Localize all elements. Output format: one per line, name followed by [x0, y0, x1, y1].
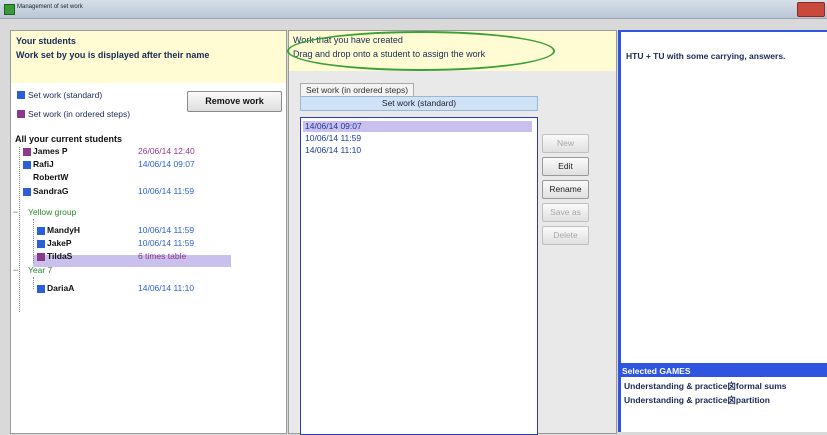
student-name: RobertW: [33, 172, 69, 182]
students-list-title: All your current students: [15, 134, 123, 144]
student-work: 14/06/14 09:07: [138, 159, 195, 169]
game-item[interactable]: Understanding & practice囟partition: [624, 394, 770, 406]
student-name: James P: [33, 146, 68, 156]
standard-square-icon: [23, 188, 31, 196]
standard-square-icon: [23, 161, 31, 169]
collapse-group-toggle[interactable]: −: [13, 207, 18, 217]
work-panel: Work that you have created Drag and drop…: [287, 30, 617, 435]
tab-standard[interactable]: Set work (standard): [300, 96, 538, 111]
new-button[interactable]: New: [542, 134, 589, 153]
delete-button[interactable]: Delete: [542, 226, 589, 245]
selected-games-list: Understanding & practice囟formal sums Und…: [621, 377, 827, 432]
collapse-group-toggle[interactable]: −: [13, 265, 18, 275]
student-work: 14/06/14 11:10: [138, 283, 195, 293]
legend-ordered: Set work (in ordered steps): [17, 109, 130, 119]
legend-standard-label: Set work (standard): [28, 90, 103, 100]
work-description-area: HTU + TU with some carrying, answers.: [621, 32, 827, 363]
student-row[interactable]: RobertW: [23, 172, 233, 184]
edit-button[interactable]: Edit: [542, 157, 589, 176]
student-work: 10/06/14 11:59: [138, 225, 195, 235]
student-row[interactable]: SandraG 10/06/14 11:59: [23, 186, 233, 198]
ordered-square-icon: [23, 148, 31, 156]
standard-square-icon: [37, 227, 45, 235]
work-header: Work that you have created Drag and drop…: [287, 31, 616, 71]
student-name: SandraG: [33, 186, 69, 196]
list-item[interactable]: 14/06/14 09:07: [303, 121, 532, 132]
student-name: DariaA: [47, 283, 75, 293]
students-header: Your students Work set by you is display…: [11, 31, 286, 83]
student-row[interactable]: TildaS 6 times table: [37, 251, 233, 263]
selected-games-label: Selected GAMES: [622, 366, 691, 376]
app-icon: [4, 4, 15, 15]
remove-work-button[interactable]: Remove work: [187, 91, 282, 112]
close-button[interactable]: [797, 2, 825, 17]
legend-standard: Set work (standard): [17, 90, 102, 100]
tree-line: [19, 147, 20, 312]
student-row[interactable]: DariaA 14/06/14 11:10: [37, 283, 233, 295]
tab-ordered-steps[interactable]: Set work (in ordered steps): [300, 83, 415, 96]
student-name: RafiJ: [33, 159, 54, 169]
tree-line: [33, 277, 34, 289]
game-item[interactable]: Understanding & practice囟formal sums: [624, 380, 786, 392]
student-name: MandyH: [47, 225, 81, 235]
student-row[interactable]: James P 26/06/14 12:40: [23, 146, 233, 158]
students-header-title: Your students: [16, 36, 76, 46]
window-title: Management of set work: [17, 4, 83, 10]
standard-square-icon: [17, 91, 25, 99]
group-year7[interactable]: Year 7: [28, 265, 52, 275]
list-item[interactable]: 14/06/14 11:10: [303, 145, 361, 156]
student-work: 6 times table: [138, 251, 187, 261]
student-row[interactable]: MandyH 10/06/14 11:59: [37, 225, 233, 237]
ordered-square-icon: [37, 253, 45, 261]
work-header-title: Work that you have created: [293, 35, 403, 45]
rename-button[interactable]: Rename: [542, 180, 589, 199]
tree-line: [33, 219, 34, 263]
student-row[interactable]: RafiJ 14/06/14 09:07: [23, 159, 233, 171]
legend-ordered-label: Set work (in ordered steps): [28, 109, 131, 119]
student-name: JakeP: [47, 238, 72, 248]
title-bar: Management of set work: [0, 0, 827, 19]
group-yellow[interactable]: Yellow group: [28, 207, 76, 217]
students-panel: Your students Work set by you is display…: [10, 30, 287, 434]
details-panel: HTU + TU with some carrying, answers. Se…: [618, 30, 827, 432]
standard-square-icon: [37, 240, 45, 248]
list-item[interactable]: 10/06/14 11:59: [303, 133, 361, 144]
work-list[interactable]: 14/06/14 09:07 10/06/14 11:59 14/06/14 1…: [300, 117, 538, 435]
work-header-subtitle: Drag and drop onto a student to assign t…: [293, 49, 486, 59]
student-work: 10/06/14 11:59: [138, 238, 195, 248]
student-work: 10/06/14 11:59: [138, 186, 195, 196]
work-description: HTU + TU with some carrying, answers.: [626, 51, 786, 61]
student-row[interactable]: JakeP 10/06/14 11:59: [37, 238, 233, 250]
save-as-button[interactable]: Save as: [542, 203, 589, 222]
student-name: TildaS: [47, 251, 73, 261]
students-header-subtitle: Work set by you is displayed after their…: [16, 50, 210, 60]
ordered-square-icon: [17, 110, 25, 118]
student-work: 26/06/14 12:40: [138, 146, 195, 156]
standard-square-icon: [37, 285, 45, 293]
